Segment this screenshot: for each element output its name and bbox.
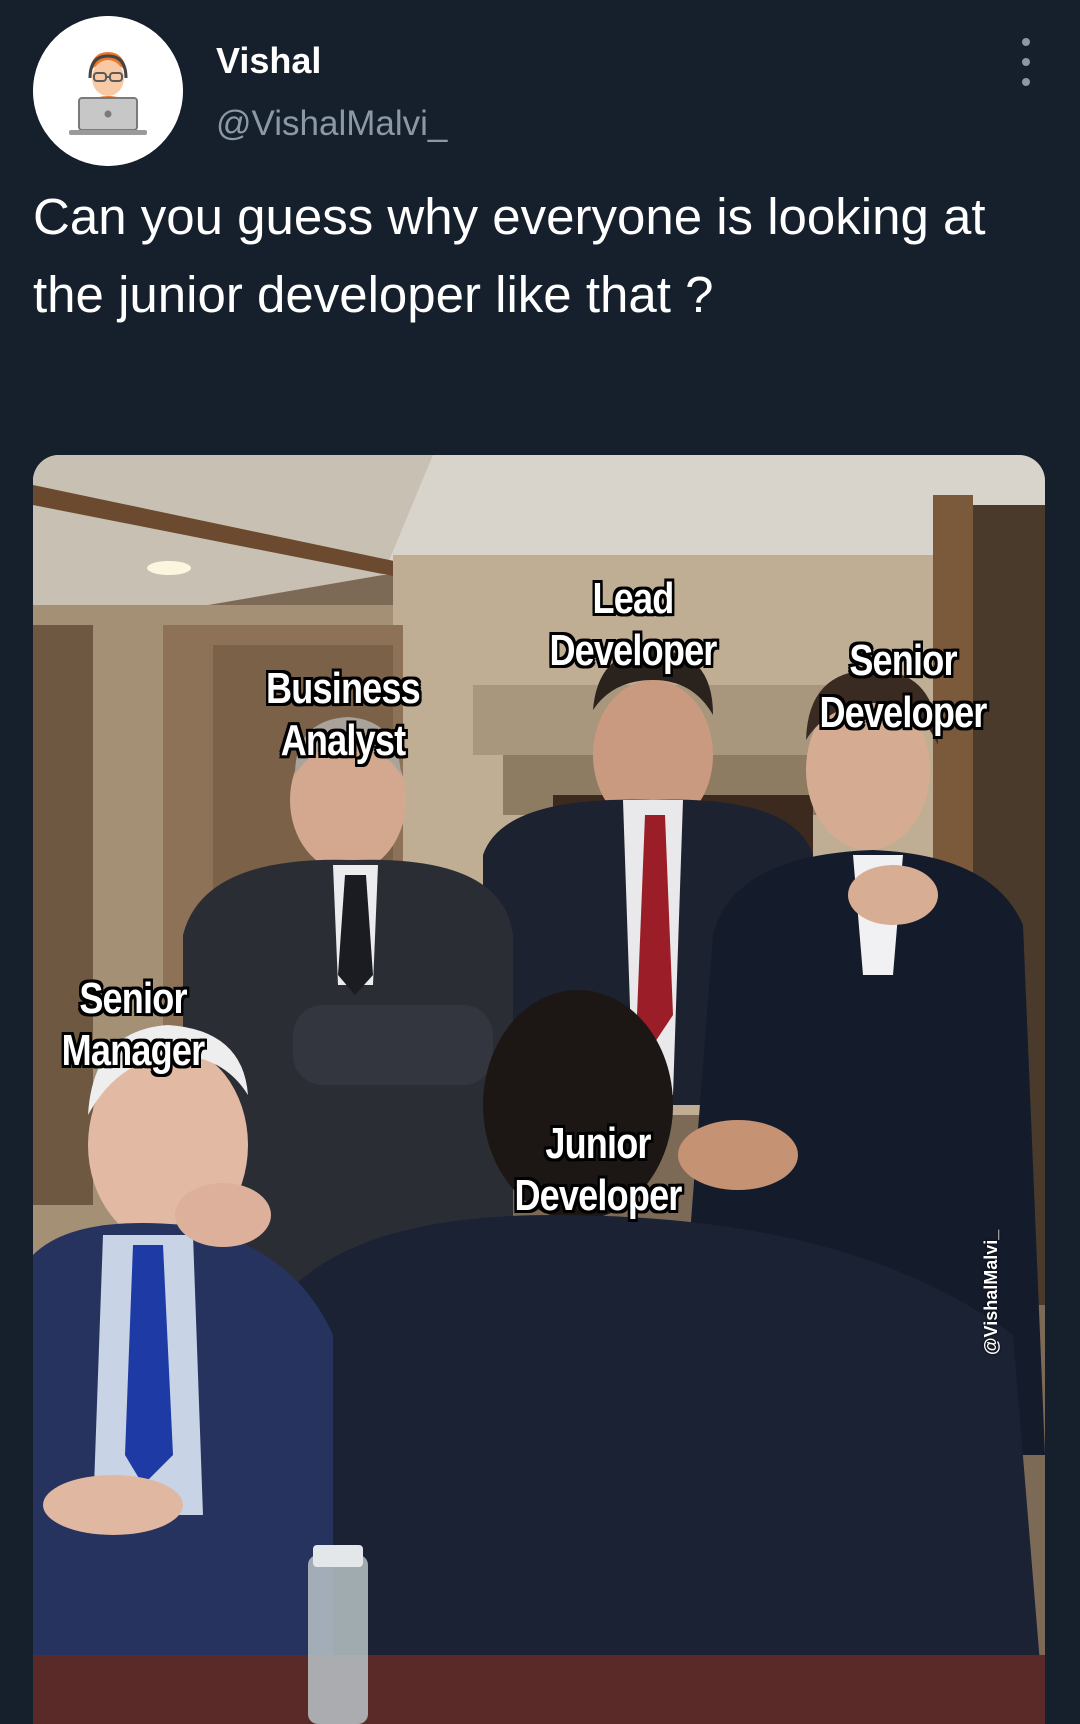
more-vertical-icon[interactable] bbox=[1008, 38, 1044, 86]
tweet-photo[interactable]: Lead Developer Senior Developer Business… bbox=[33, 455, 1045, 1724]
avatar[interactable] bbox=[33, 16, 183, 166]
developer-at-laptop-icon bbox=[33, 16, 183, 166]
label-senior-manager: Senior Manager bbox=[61, 974, 205, 1075]
label-junior-developer: Junior Developer bbox=[514, 1119, 682, 1220]
label-business-analyst: Business Analyst bbox=[266, 664, 421, 765]
label-lead-developer: Lead Developer bbox=[549, 574, 717, 675]
label-senior-developer: Senior Developer bbox=[819, 636, 987, 737]
menu-dot bbox=[1022, 58, 1030, 66]
tweet-text: Can you guess why everyone is looking at… bbox=[33, 188, 986, 323]
menu-dot bbox=[1022, 38, 1030, 46]
user-handle[interactable]: @VishalMalvi_ bbox=[216, 104, 447, 144]
menu-dot bbox=[1022, 78, 1030, 86]
photo-watermark: @VishalMalvi_ bbox=[981, 1229, 1001, 1355]
display-name[interactable]: Vishal bbox=[216, 40, 321, 82]
